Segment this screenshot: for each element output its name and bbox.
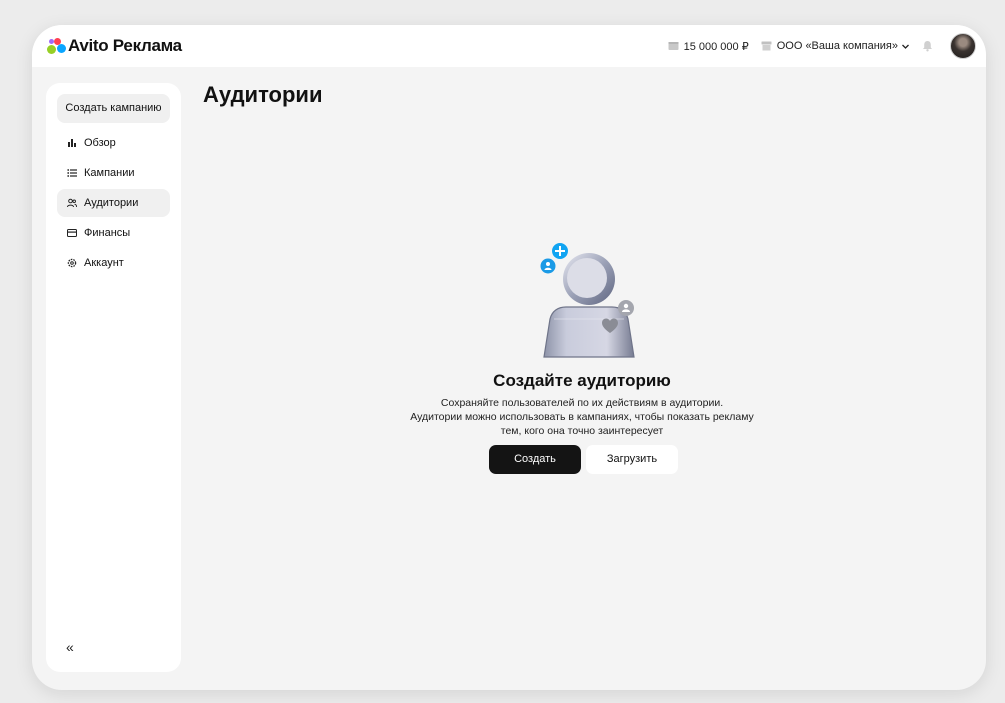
balance-value: 15 000 000 ₽ bbox=[683, 40, 749, 53]
bell-icon bbox=[923, 41, 932, 52]
collapse-sidebar-button[interactable]: « bbox=[66, 639, 74, 655]
sidebar-item-audiences[interactable]: Аудитории bbox=[57, 189, 170, 217]
sidebar-item-label: Обзор bbox=[84, 137, 116, 149]
user-avatar[interactable] bbox=[950, 33, 976, 59]
sidebar-item-label: Аккаунт bbox=[84, 257, 124, 269]
balance[interactable]: 15 000 000 ₽ bbox=[668, 40, 749, 53]
create-audience-button[interactable]: Создать bbox=[489, 445, 581, 474]
top-header: Avito Реклама 15 000 000 ₽ ООО «Ваша ком… bbox=[32, 25, 986, 67]
logo-text: Avito Реклама bbox=[68, 36, 182, 55]
sidebar-item-label: Аудитории bbox=[84, 197, 139, 209]
audience-illustration bbox=[540, 243, 635, 358]
app-window: Avito Реклама 15 000 000 ₽ ООО «Ваша ком… bbox=[32, 25, 986, 690]
notifications-button[interactable] bbox=[922, 40, 938, 52]
sidebar: Создать кампанию Обзор Кампании Аудитори… bbox=[46, 83, 181, 672]
users-icon bbox=[67, 198, 77, 208]
logo-dots-icon bbox=[47, 37, 66, 55]
header-right: 15 000 000 ₽ ООО «Ваша компания» bbox=[668, 33, 976, 59]
sidebar-item-label: Финансы bbox=[84, 227, 131, 239]
sidebar-item-campaigns[interactable]: Кампании bbox=[57, 159, 170, 187]
create-campaign-button[interactable]: Создать кампанию bbox=[57, 94, 170, 123]
gear-icon bbox=[67, 258, 77, 268]
empty-state-description: Сохраняйте пользователей по их действиям… bbox=[362, 396, 802, 438]
store-icon bbox=[761, 41, 772, 51]
sidebar-item-overview[interactable]: Обзор bbox=[57, 129, 170, 157]
page-title: Аудитории bbox=[203, 82, 323, 107]
company-name: ООО «Ваша компания» bbox=[776, 40, 898, 52]
chevron-down-icon bbox=[902, 44, 909, 49]
upload-audience-button[interactable]: Загрузить bbox=[586, 445, 678, 474]
wallet-icon bbox=[668, 42, 679, 50]
list-icon bbox=[67, 168, 77, 178]
bar-chart-icon bbox=[67, 138, 77, 148]
sidebar-item-label: Кампании bbox=[84, 167, 135, 179]
empty-state-description-line: тем, кого она точно заинтересует bbox=[500, 425, 664, 437]
sidebar-item-account[interactable]: Аккаунт bbox=[57, 249, 170, 277]
empty-state-description-line: Аудитории можно использовать в кампаниях… bbox=[410, 411, 754, 423]
empty-state-title: Создайте аудиторию bbox=[493, 371, 671, 390]
company-selector[interactable]: ООО «Ваша компания» bbox=[761, 40, 910, 52]
sidebar-item-finance[interactable]: Финансы bbox=[57, 219, 170, 247]
wallet-icon bbox=[67, 228, 77, 238]
sidebar-nav: Обзор Кампании Аудитории Финансы Аккаунт bbox=[57, 129, 170, 279]
avito-logo[interactable]: Avito Реклама bbox=[47, 36, 182, 56]
empty-state-description-line: Сохраняйте пользователей по их действиям… bbox=[440, 397, 724, 409]
